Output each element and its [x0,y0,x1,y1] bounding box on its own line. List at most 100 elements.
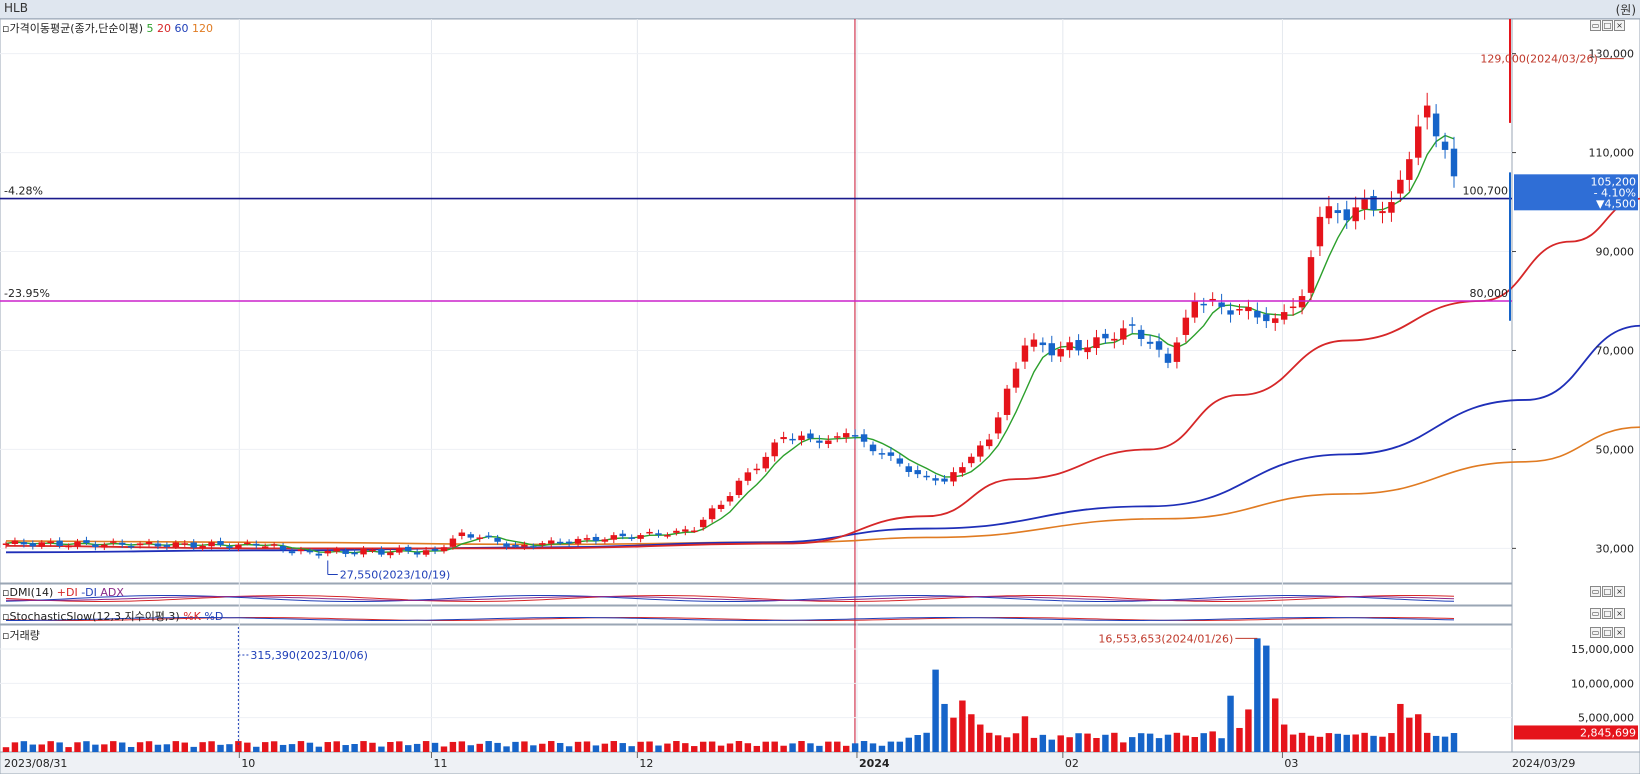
volume-bar [1164,734,1172,752]
volume-bar [1021,716,1029,752]
volume-bar [673,741,680,752]
volume-bar [1441,736,1449,752]
legend-ma60: 60 [174,22,189,35]
volume-bar [208,741,215,752]
volume-bar [11,742,19,752]
volume-bar [369,742,376,752]
volume-bar [342,745,349,752]
volume-bar [56,742,63,752]
candle-body [1191,301,1199,318]
panel-maximize-button[interactable]: □ [1602,627,1613,638]
volume-bar [127,746,135,752]
volume-bar [431,742,439,752]
panel-close-button[interactable]: × [1614,20,1625,31]
candle-body [1289,306,1297,309]
volume-bar [1343,734,1350,752]
candle-body [851,435,859,437]
volume-tick-label: 5,000,000 [1578,712,1634,725]
candle-body [136,543,144,546]
panel-frame [0,583,1513,606]
candle-body [1450,148,1458,177]
volume-bar [172,741,180,752]
volume-bar [941,703,948,752]
volume-bar [1406,717,1413,752]
panel-maximize-button[interactable]: □ [1602,586,1613,597]
volume-bar [780,745,787,752]
candle-body [1075,340,1082,351]
candle-body [324,550,331,554]
price-tick-label: 50,000 [1596,443,1635,456]
volume-bar [494,742,501,752]
volume-bar [1245,709,1252,752]
current-change: ▼4,500 [1596,197,1636,210]
panel-frame [0,605,1513,625]
volume-bar [1379,736,1386,752]
panel-close-button[interactable]: × [1614,586,1625,597]
candle-body [708,508,716,520]
panel-resize-button[interactable]: ▭ [1590,627,1601,638]
volume-bar [1093,737,1100,752]
volume-bar [279,744,287,752]
legend-k: %K [183,610,201,623]
candle-body [619,533,626,537]
volume-bar [771,741,778,752]
volume-bar [744,743,752,752]
volume-bar [1280,724,1288,752]
volume-bar [1218,738,1225,752]
candle-body [1066,342,1073,351]
candle-body [217,541,224,546]
volume-bar [1057,735,1064,752]
volume-bar [1182,735,1190,752]
candle-body [405,546,412,552]
min-volume-annotation: 315,390(2023/10/06) [250,649,367,662]
volume-bar [726,743,734,752]
candle-body [1316,216,1324,247]
candle-body [1218,302,1225,307]
volume-bar [1289,734,1297,752]
panel-resize-button[interactable]: ▭ [1590,586,1601,597]
price-legend[interactable]: ▫가격이동평균(종가,단순이평) 5 20 60 120 [2,20,213,36]
volume-bar [556,742,564,752]
volume-bar [110,741,117,752]
volume-bar [512,741,519,752]
volume-bar [199,742,206,752]
candle-body [628,537,635,539]
volume-bar [878,745,886,752]
dmi-legend[interactable]: ▫DMI(14) +DI -DI ADX [2,586,124,599]
candle-body [396,547,403,553]
candle-body [1093,337,1100,349]
candle-body [1057,349,1064,357]
panel-resize-button[interactable]: ▭ [1590,608,1601,619]
panel-maximize-button[interactable]: □ [1602,20,1613,31]
volume-bar [333,741,340,752]
date-label: 2023/08/31 [4,757,67,770]
panel-resize-button[interactable]: ▭ [1590,20,1601,31]
volume-bar [422,741,430,752]
stoch-legend[interactable]: ▫StochasticSlow(12,3,지수이평,3) %K %D [2,608,223,624]
volume-bar [646,741,653,752]
volume-bar [154,744,162,752]
candle-body [253,543,260,546]
volume-bar [244,742,251,752]
candle-body [208,542,215,547]
volume-legend[interactable]: ▫거래량 [2,627,40,643]
volume-bar [449,741,457,752]
candle-body [145,541,153,545]
volume-bar [1120,742,1127,752]
panel-maximize-button[interactable]: □ [1602,608,1613,619]
candle-body [65,545,72,548]
volume-bar [1111,732,1118,752]
volume-legend-name: 거래량 [9,629,40,642]
legend-adx: ADX [100,586,124,599]
candle-body [1155,341,1163,350]
chart-svg[interactable]: -4.28% 100,700 -23.95% 80,000 2023/08/31 10 1… [0,0,1640,774]
candle-body [816,440,823,443]
candle-body [503,543,510,547]
candle-body [1236,309,1243,311]
volume-bar [691,746,698,752]
candle-body [735,480,743,496]
candle-body [360,549,367,555]
volume-bar [717,745,725,752]
panel-close-button[interactable]: × [1614,627,1625,638]
panel-close-button[interactable]: × [1614,608,1625,619]
